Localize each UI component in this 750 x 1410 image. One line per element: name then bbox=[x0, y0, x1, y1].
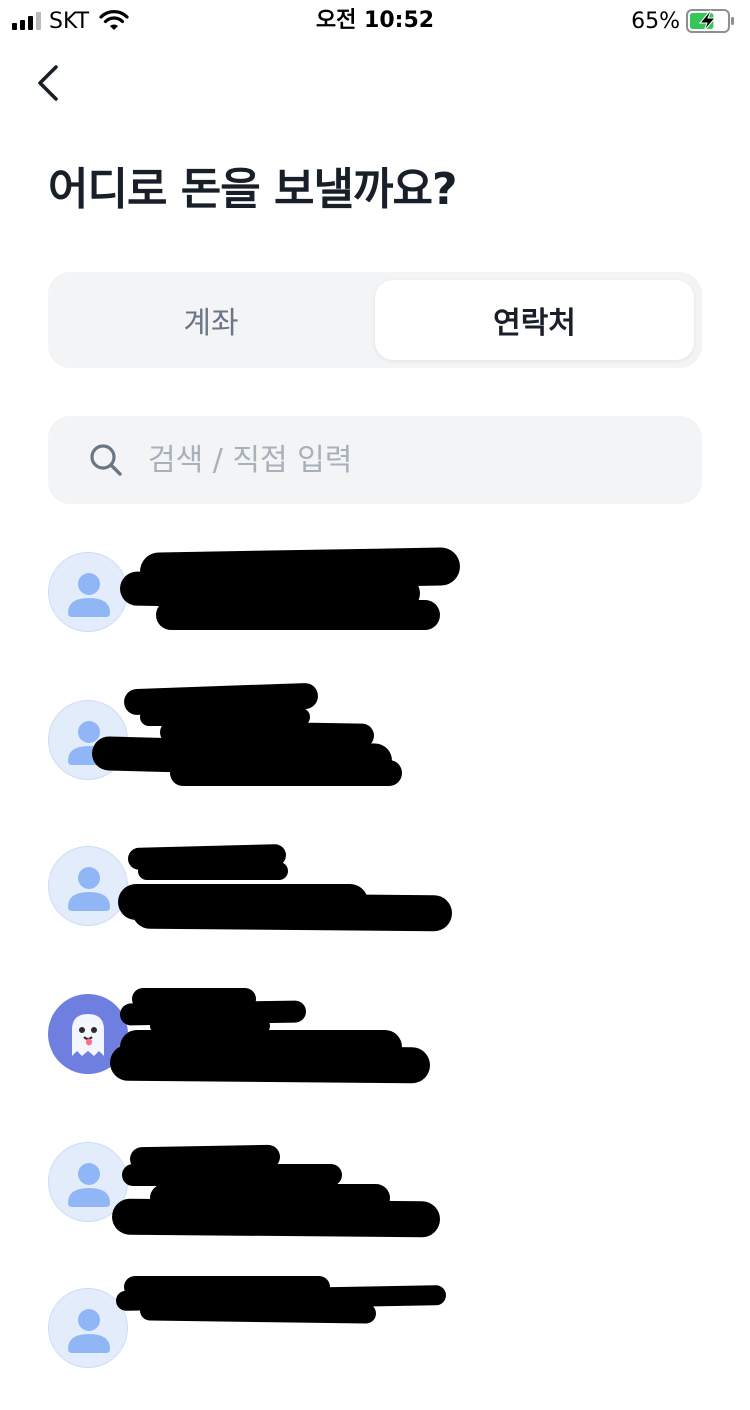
default-person-icon bbox=[48, 846, 128, 926]
page-title: 어디로 돈을 보낼까요? bbox=[48, 164, 457, 215]
contact-row[interactable] bbox=[0, 1270, 750, 1410]
battery-percent: 65% bbox=[631, 8, 680, 34]
battery-charging-icon bbox=[686, 9, 734, 33]
contact-row[interactable] bbox=[0, 978, 750, 1118]
status-bar: SKT 오전 10:52 65% bbox=[0, 0, 750, 42]
tab-account[interactable]: 계좌 bbox=[56, 280, 366, 360]
contact-row[interactable] bbox=[0, 1124, 750, 1264]
contact-row[interactable] bbox=[0, 832, 750, 972]
search-input[interactable] bbox=[148, 430, 668, 490]
contact-row[interactable] bbox=[0, 540, 750, 680]
search-icon bbox=[90, 444, 122, 476]
chevron-left-icon bbox=[38, 65, 58, 101]
back-button[interactable] bbox=[28, 60, 68, 106]
default-person-icon bbox=[48, 552, 128, 632]
contact-row[interactable] bbox=[0, 682, 750, 826]
search-box[interactable] bbox=[48, 416, 702, 504]
tab-contacts[interactable]: 연락처 bbox=[375, 280, 694, 360]
transfer-type-tabs: 계좌 연락처 bbox=[48, 272, 702, 368]
status-right: 65% bbox=[631, 6, 736, 36]
